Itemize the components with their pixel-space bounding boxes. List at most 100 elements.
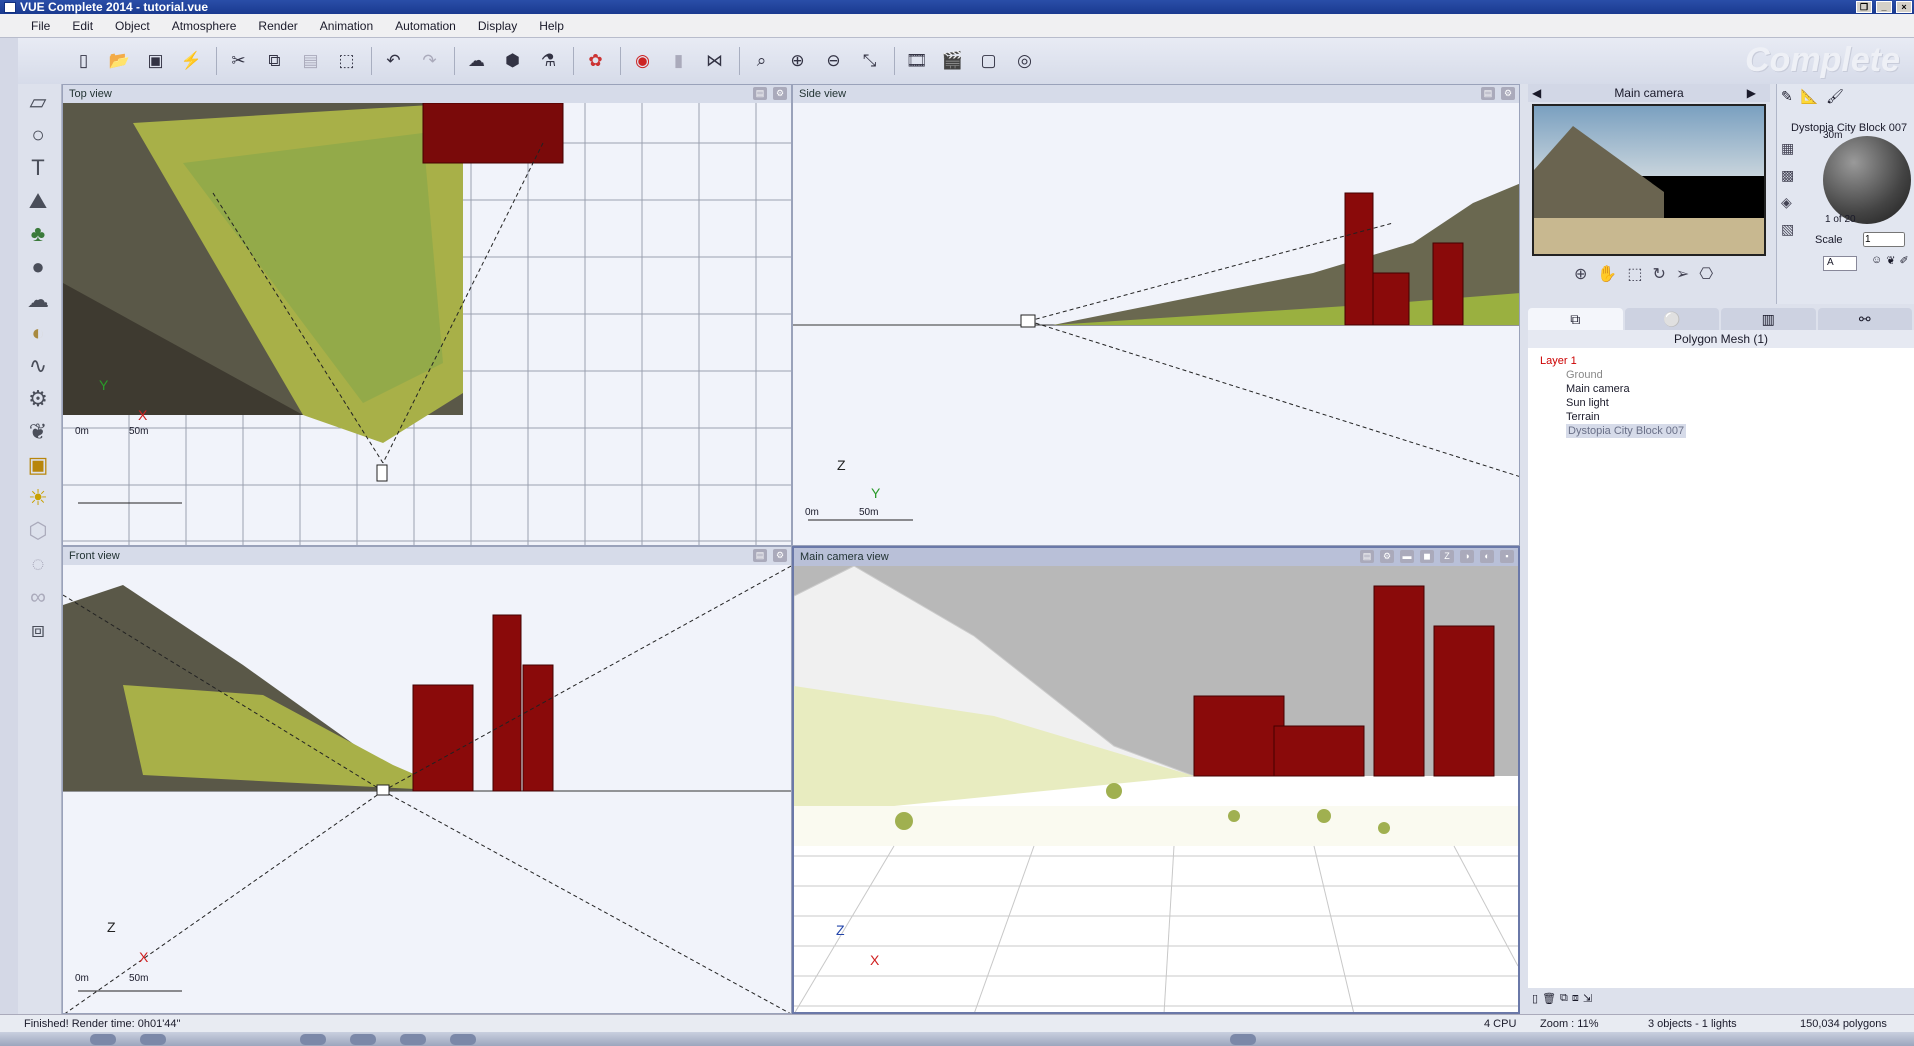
metrics-icon[interactable]: ⧈ [22, 615, 54, 645]
new-icon[interactable]: ▯ [70, 48, 97, 75]
terrain-plane-icon[interactable]: ⏥ [22, 87, 54, 117]
taskbar-app-icon[interactable] [90, 1034, 116, 1045]
menu-object[interactable]: Object [115, 19, 150, 33]
front-view-pane[interactable]: Front view ▤ ⚙ Z X 0m 50m [62, 546, 792, 1014]
view-options-icon[interactable]: ▤ [1360, 550, 1374, 563]
tree-terrain[interactable]: Terrain [1566, 410, 1600, 424]
rotate-icon[interactable]: ↻ [1652, 264, 1665, 284]
taskbar-app-icon[interactable] [400, 1034, 426, 1045]
planet-icon[interactable]: ◐ [22, 318, 54, 348]
film-icon[interactable]: ▬ [1400, 550, 1414, 563]
group-icon[interactable]: ⧉ [1560, 992, 1568, 1005]
top-view-canvas[interactable] [63, 103, 792, 546]
zoom-icon[interactable]: ⊕ [1574, 264, 1587, 284]
menu-help[interactable]: Help [539, 19, 564, 33]
color-icon[interactable]: ✿ [582, 48, 609, 75]
cloud-icon[interactable]: ☁ [22, 285, 54, 315]
cut-icon[interactable]: ✂ [225, 48, 252, 75]
new-layer-icon[interactable]: ▯ [1532, 992, 1538, 1005]
materials-tab[interactable]: ⚪ [1624, 308, 1719, 330]
camera-selector[interactable]: ◀ Main camera ▶ [1528, 84, 1770, 102]
material-icon[interactable]: ⚗ [535, 48, 562, 75]
zoom-out-icon[interactable]: ⊖ [820, 48, 847, 75]
ruler-icon[interactable]: 📐 [1801, 88, 1818, 105]
redo-icon[interactable]: ↷ [416, 48, 443, 75]
film-icon[interactable]: 🎞 [903, 48, 930, 75]
objects-icon[interactable]: ⬢ [499, 48, 526, 75]
cube-icon[interactable]: ▣ [22, 450, 54, 480]
resize-icon[interactable]: ⤡ [856, 48, 883, 75]
sphere-icon[interactable]: ○ [22, 120, 54, 150]
plant-icon[interactable]: ❦ [22, 417, 54, 447]
taskbar-app-icon[interactable] [450, 1034, 476, 1045]
render-camera-icon[interactable]: ◎ [1011, 48, 1038, 75]
delete-icon[interactable]: 🗑 [1542, 992, 1556, 1005]
text-icon[interactable]: T [22, 153, 54, 183]
duplicate-icon[interactable]: ⬚ [333, 48, 360, 75]
restore-button[interactable]: ❐ [1856, 1, 1872, 13]
prev-camera-icon[interactable]: ◀ [1532, 84, 1541, 102]
zoom-in-icon[interactable]: ⊕ [784, 48, 811, 75]
view-options-icon[interactable]: ▤ [1481, 87, 1495, 100]
atmosphere-icon[interactable]: ☁ [463, 48, 490, 75]
objects-tab[interactable]: ⧉ [1528, 308, 1623, 330]
undo-icon[interactable]: ↶ [380, 48, 407, 75]
view-settings-icon[interactable]: ⚙ [773, 549, 787, 562]
view-options-icon[interactable]: ▤ [753, 87, 767, 100]
render-icon[interactable]: ◉ [629, 48, 656, 75]
plant-icon[interactable]: ❦ [1886, 254, 1895, 267]
checker-icon[interactable]: ▩ [1781, 167, 1794, 184]
mirror-icon[interactable]: ⋈ [701, 48, 728, 75]
links-tab[interactable]: ⚯ [1817, 308, 1912, 330]
spline-icon[interactable]: ∿ [22, 351, 54, 381]
camera-view-canvas[interactable] [794, 566, 1518, 1014]
taskbar-app-icon[interactable] [300, 1034, 326, 1045]
z-axis-icon[interactable]: Z [1440, 550, 1454, 563]
menu-file[interactable]: File [31, 19, 50, 33]
pick-icon[interactable]: ✐ [1899, 254, 1908, 267]
tree-main-camera[interactable]: Main camera [1566, 382, 1630, 396]
scale-input[interactable] [1863, 232, 1905, 247]
preview-icon[interactable]: ◼ [1420, 550, 1434, 563]
copy-icon[interactable]: ⧉ [261, 48, 288, 75]
link-icon[interactable]: ∞ [22, 582, 54, 612]
frame-icon[interactable]: ⬚ [1627, 264, 1642, 284]
view-settings-icon[interactable]: ⚙ [1380, 550, 1394, 563]
tree-icon[interactable]: ♣ [22, 219, 54, 249]
mix-icon[interactable]: ◈ [1781, 194, 1794, 211]
tree-sun-light[interactable]: Sun light [1566, 396, 1609, 410]
menu-animation[interactable]: Animation [320, 19, 373, 33]
view-settings-icon[interactable]: ⚙ [773, 87, 787, 100]
view-options-icon[interactable]: ▤ [753, 549, 767, 562]
edit-material-icon[interactable]: ✎ [1781, 88, 1793, 105]
size-label[interactable]: 30m [1823, 130, 1842, 141]
layer-select[interactable]: A [1823, 256, 1857, 271]
frame-icon[interactable]: ▢ [975, 48, 1002, 75]
save-icon[interactable]: ▣ [142, 48, 169, 75]
clapper-icon[interactable]: 🎬 [939, 48, 966, 75]
taskbar-app-icon[interactable] [140, 1034, 166, 1045]
save-icon[interactable]: ▪ [1500, 550, 1514, 563]
tree-layer-1[interactable]: Layer 1 [1540, 354, 1577, 368]
grid-icon[interactable]: ▦ [1781, 140, 1794, 157]
menu-display[interactable]: Display [478, 19, 517, 33]
figure-icon[interactable]: ☺ [1871, 254, 1882, 267]
forward-icon[interactable]: ➢ [1676, 264, 1689, 284]
ungroup-icon[interactable]: ⧈ [1572, 992, 1579, 1005]
render-icon[interactable]: ◐ [1480, 550, 1494, 563]
camera-view-pane[interactable]: Main camera view ▤ ⚙ ▬ ◼ Z ◑ ◐ ▪ Z X [792, 546, 1520, 1014]
open-icon[interactable]: 📂 [106, 48, 133, 75]
side-view-pane[interactable]: Side view ▤ ⚙ Z Y 0m 50m [792, 84, 1520, 546]
menu-automation[interactable]: Automation [395, 19, 456, 33]
menu-atmosphere[interactable]: Atmosphere [172, 19, 237, 33]
quick-icon[interactable]: ⚡ [178, 48, 205, 75]
boolean-icon[interactable]: ⬡ [22, 516, 54, 546]
rock-icon[interactable]: ● [22, 252, 54, 282]
minimize-button[interactable]: _ [1876, 1, 1892, 13]
library-tab[interactable]: ▥ [1721, 308, 1816, 330]
export-icon[interactable]: ⇲ [1583, 992, 1592, 1005]
material-sphere[interactable] [1823, 136, 1911, 224]
paste-icon[interactable]: ▤ [297, 48, 324, 75]
mountain-icon[interactable]: ⛰ [22, 186, 54, 216]
top-view-pane[interactable]: Top view ▤ ⚙ Y X 0m 50m [62, 84, 792, 546]
